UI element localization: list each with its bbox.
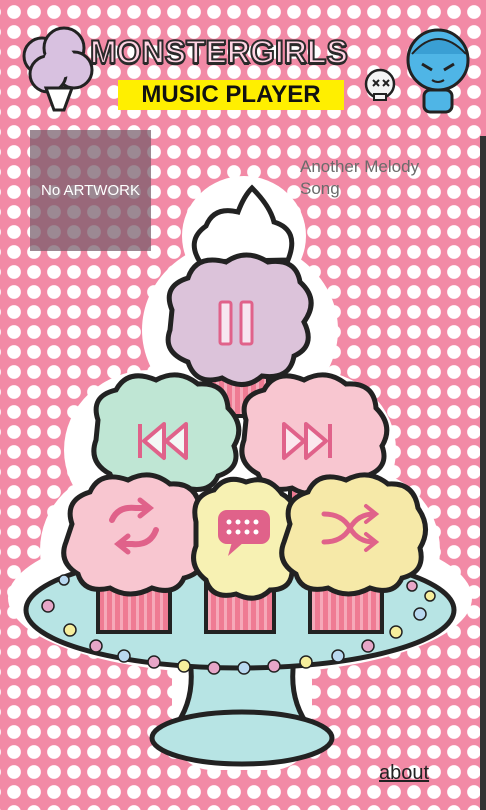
repeat-cupcake [61, 472, 210, 597]
cupcake-stand-illustration [8, 176, 472, 770]
about-link[interactable]: about [379, 762, 429, 785]
